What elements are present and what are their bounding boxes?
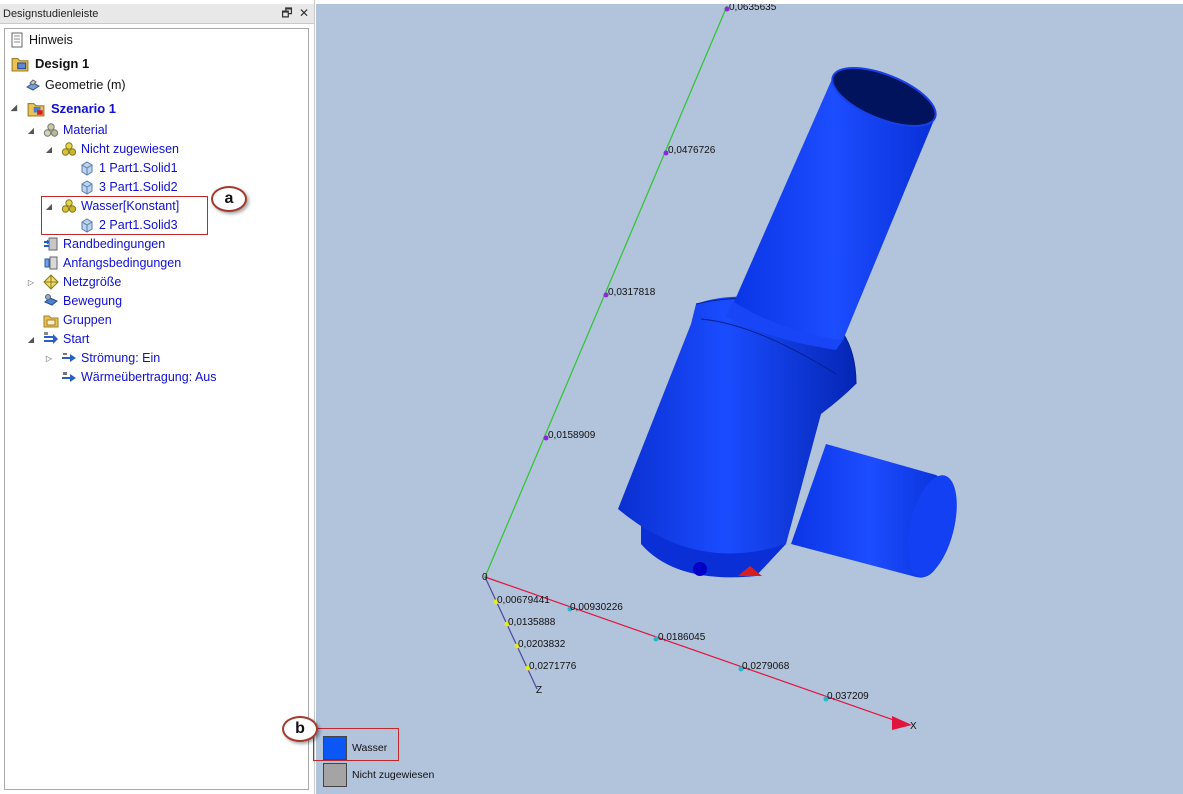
tree-item-label: Material	[63, 123, 108, 138]
tree-item-label: Strömung: Ein	[81, 351, 161, 366]
tree-item-label: 3 Part1.Solid2	[99, 180, 178, 195]
initial-conditions-icon	[44, 256, 58, 270]
y-tick-label: 0,0635635	[729, 4, 777, 13]
legend-swatch	[323, 763, 347, 787]
tree-item-szenario-1[interactable]: ◢ Szenario 1	[11, 98, 117, 117]
legend-swatch	[323, 736, 347, 760]
geometry-icon	[26, 79, 40, 91]
legend-label: Nicht zugewiesen	[352, 769, 435, 781]
y-tick-label: 0,0158909	[548, 430, 596, 441]
tree-item-geometry[interactable]: Geometrie (m)	[25, 76, 126, 95]
tree-item-label: Gruppen	[63, 313, 112, 328]
expand-arrow-icon[interactable]: ▷	[44, 349, 54, 368]
tree-item-bewegung[interactable]: Bewegung	[43, 292, 122, 311]
z-axis-label: Z	[536, 685, 542, 696]
legend-item-nicht-zugewiesen: Nicht zugewiesen	[323, 763, 434, 787]
tree-item-gruppen[interactable]: Gruppen	[43, 311, 112, 330]
heat-icon	[62, 371, 76, 382]
y-tick-label: 0,0476726	[668, 145, 716, 156]
mesh-icon	[43, 273, 59, 290]
document-icon	[11, 32, 23, 48]
material-icon	[43, 123, 59, 137]
tree-item-anfangsbedingungen[interactable]: Anfangsbedingungen	[43, 254, 181, 273]
graphics-viewport[interactable]: 0 0,0158909 0,0317818 0,0476726 0,063563…	[316, 4, 1183, 794]
callout-b: b	[282, 716, 318, 742]
side-pipe	[791, 444, 957, 578]
x-tick-label: 0,00930226	[570, 602, 623, 613]
callout-a: a	[211, 186, 247, 212]
motion-icon	[44, 293, 58, 306]
design-study-bar: Designstudienleiste 🗗 ✕	[0, 0, 315, 794]
tree-item-hinweis[interactable]: Hinweis	[9, 31, 73, 50]
cube-icon	[81, 161, 93, 176]
tree-item-nicht-zugewiesen[interactable]: ◢ Nicht zugewiesen	[46, 140, 179, 159]
expand-arrow-icon[interactable]: ▷	[26, 273, 36, 292]
tree-item-label: Design 1	[35, 56, 90, 72]
tree-item-label: Geometrie (m)	[45, 78, 126, 93]
x-axis-label: X	[910, 721, 917, 732]
start-icon	[44, 331, 58, 344]
z-tick-label: 0,00679441	[497, 595, 550, 606]
collapse-arrow-icon[interactable]: ◢	[9, 98, 19, 117]
restore-window-icon[interactable]: 🗗	[279, 5, 295, 22]
z-tick-label: 0,0271776	[529, 661, 577, 672]
x-axis-arrow-icon	[892, 716, 912, 730]
tree-item-solid2[interactable]: 3 Part1.Solid2	[79, 178, 178, 197]
legend-item-wasser: Wasser	[323, 736, 387, 760]
close-icon[interactable]: ✕	[296, 5, 312, 22]
z-tick-label: 0,0203832	[518, 639, 566, 650]
collapse-arrow-icon[interactable]: ◢	[26, 121, 36, 140]
tree-item-label: Nicht zugewiesen	[81, 142, 179, 157]
tree-item-label: Anfangsbedingungen	[63, 256, 182, 271]
collapse-arrow-icon[interactable]: ◢	[26, 330, 36, 349]
cube-icon	[81, 180, 93, 195]
tree-item-randbedingungen[interactable]: Randbedingungen	[43, 235, 165, 254]
panel-header: Designstudienleiste 🗗 ✕	[0, 4, 314, 24]
scenario-icon	[27, 102, 45, 116]
tree-item-label: Randbedingungen	[63, 237, 166, 252]
tree-item-label: Netzgröße	[63, 275, 122, 290]
legend-label: Wasser	[352, 742, 388, 754]
y-tick-label: 0,0317818	[608, 287, 656, 298]
highlight-box-a	[41, 196, 208, 235]
boundary-icon	[44, 237, 58, 251]
material-icon	[61, 142, 77, 156]
top-pipe	[734, 67, 937, 340]
tree-item-material[interactable]: ◢ Material	[28, 121, 108, 140]
panel-title: Designstudienleiste	[3, 8, 99, 20]
z-axis-line	[484, 576, 538, 690]
tree-item-label: Wärmeübertragung: Aus	[81, 370, 217, 385]
design-folder-icon	[11, 57, 29, 71]
tree-item-netzgroesse[interactable]: ▷ Netzgröße	[28, 273, 122, 292]
tree-item-stroemung[interactable]: ▷ Strömung: Ein	[46, 349, 161, 368]
x-tick-label: 0,037209	[827, 691, 869, 702]
tree-item-solid1[interactable]: 1 Part1.Solid1	[79, 159, 178, 178]
origin-marker-icon	[693, 562, 707, 576]
tree-item-label: Bewegung	[63, 294, 123, 309]
tree-item-label: Szenario 1	[51, 101, 117, 117]
x-tick-label: 0,0186045	[658, 632, 706, 643]
groups-icon	[43, 315, 59, 328]
y-tick-label: 0	[482, 572, 488, 583]
tree-item-label: 1 Part1.Solid1	[99, 161, 178, 176]
model-view[interactable]: 0 0,0158909 0,0317818 0,0476726 0,063563…	[316, 4, 1183, 794]
tree-item-waermeuebertragung[interactable]: Wärmeübertragung: Aus	[61, 368, 217, 387]
flow-icon	[62, 352, 76, 362]
tree-item-label: Hinweis	[29, 33, 73, 48]
tree-item-label: Start	[63, 332, 90, 347]
tree-item-design-1[interactable]: Design 1	[9, 53, 89, 72]
x-tick-label: 0,0279068	[742, 661, 790, 672]
z-tick-label: 0,0135888	[508, 617, 556, 628]
tree-item-start[interactable]: ◢ Start	[28, 330, 90, 349]
collapse-arrow-icon[interactable]: ◢	[44, 140, 54, 159]
